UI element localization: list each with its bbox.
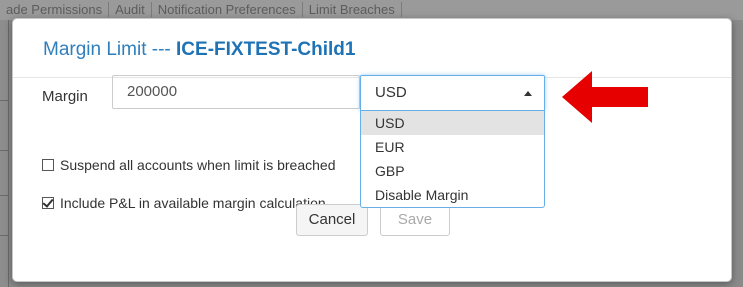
background-tab: ade Permissions	[0, 2, 110, 17]
background-tab: Limit Breaches	[302, 2, 402, 17]
modal-title: Margin Limit --- ICE-FIXTEST-Child1	[43, 39, 355, 61]
background-page-edge	[0, 20, 9, 287]
background-tab-bar: ade Permissions Audit Notification Prefere…	[0, 0, 743, 20]
suspend-accounts-label: Suspend all accounts when limit is breac…	[60, 157, 336, 173]
include-pl-label: Include P&L in available margin calculat…	[60, 195, 326, 211]
margin-input[interactable]: 200000	[112, 75, 360, 109]
background-tab: Notification Preferences	[151, 2, 303, 17]
currency-select-value: USD	[375, 84, 407, 101]
margin-label: Margin	[42, 88, 88, 105]
modal-title-text: Margin Limit ---	[43, 39, 177, 60]
currency-option-disable-margin[interactable]: Disable Margin	[361, 183, 544, 207]
cancel-button[interactable]: Cancel	[296, 204, 368, 236]
modal-header: Margin Limit --- ICE-FIXTEST-Child1	[13, 19, 731, 78]
red-arrow-left-icon	[562, 71, 648, 123]
save-button[interactable]: Save	[380, 204, 450, 236]
currency-dropdown-list: USD EUR GBP Disable Margin	[360, 111, 545, 208]
currency-select[interactable]: USD	[360, 75, 545, 111]
currency-option-gbp[interactable]: GBP	[361, 159, 544, 183]
currency-option-eur[interactable]: EUR	[361, 135, 544, 159]
caret-up-icon	[524, 91, 532, 96]
background-tab: Audit	[109, 2, 152, 17]
account-name: ICE-FIXTEST-Child1	[176, 39, 356, 60]
include-pl-checkbox-row[interactable]: Include P&L in available margin calculat…	[42, 195, 326, 211]
currency-option-usd[interactable]: USD	[361, 111, 544, 135]
suspend-accounts-checkbox[interactable]	[42, 159, 54, 171]
suspend-accounts-checkbox-row[interactable]: Suspend all accounts when limit is breac…	[42, 157, 336, 173]
include-pl-checkbox[interactable]	[42, 197, 54, 209]
